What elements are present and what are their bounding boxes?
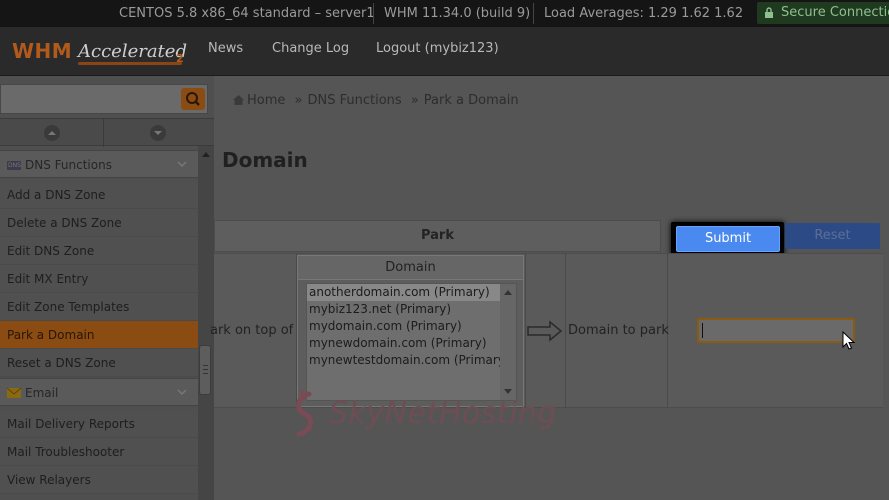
grip-line (203, 365, 208, 366)
domain-to-park-label: Domain to park (568, 323, 669, 338)
breadcrumb: Home » DNS Functions » Park a Domain (232, 92, 519, 110)
domain-select-list[interactable]: anotherdomain.com (Primary) mybiz123.net… (306, 283, 517, 401)
header: WHM Accelerated 2 News Change Log Logout… (0, 27, 889, 76)
secure-connection-label: Secure Connection (781, 5, 889, 20)
park-table-header: Park (214, 220, 661, 252)
chevron-up-icon (44, 125, 60, 141)
search-icon (186, 92, 200, 106)
sidebar-item-mail-troubleshooter[interactable]: Mail Troubleshooter (0, 438, 198, 466)
nav-news-link[interactable]: News (208, 41, 243, 56)
text-caret (702, 323, 703, 338)
sidebar-search-input[interactable] (1, 85, 177, 113)
watermark-text: SkyNetHosting (329, 396, 558, 431)
domain-option[interactable]: mybiz123.net (Primary) (307, 301, 516, 318)
scroll-up-arrow-icon[interactable] (504, 290, 512, 295)
logo-accelerated-text: Accelerated (78, 41, 187, 62)
section-dns-functions[interactable]: DNS DNS Functions (0, 150, 198, 178)
sidebar-item-view-relayers[interactable]: View Relayers (0, 466, 198, 494)
breadcrumb-separator: » (294, 93, 303, 108)
domain-option-selected[interactable]: anotherdomain.com (Primary) (307, 284, 516, 301)
nav-changelog-link[interactable]: Change Log (272, 41, 349, 56)
submit-button[interactable]: Submit (676, 226, 780, 252)
section-label: Email (25, 386, 59, 400)
breadcrumb-current: Park a Domain (423, 93, 519, 108)
domain-option[interactable]: mynewdomain.com (Primary) (307, 335, 516, 352)
scroll-menu-down-button[interactable] (105, 119, 214, 147)
logo-whm-text: WHM (12, 39, 73, 63)
chevron-down-icon (150, 125, 166, 141)
section-label: DNS Functions (25, 158, 112, 172)
sidebar-item-delete-dns-zone[interactable]: Delete a DNS Zone (0, 209, 198, 237)
scroll-up-arrow-icon[interactable] (202, 152, 210, 157)
domain-to-park-input[interactable] (697, 318, 855, 343)
chevron-down-icon (177, 389, 187, 396)
section-email[interactable]: Email (0, 378, 198, 406)
domain-option[interactable]: mynewtestdomain.com (Primary) (307, 352, 516, 369)
park-on-top-of-label: ark on top of (210, 323, 294, 338)
domain-list-scrollbar[interactable] (500, 284, 516, 400)
divider (373, 3, 374, 24)
sidebar-search (0, 84, 208, 114)
server-os-info: CENTOS 5.8 x86_64 standard – server1 (119, 6, 375, 21)
sidebar-item-edit-zone-templates[interactable]: Edit Zone Templates (0, 293, 198, 321)
page-title: Domain (222, 148, 308, 172)
load-averages-info: Load Averages: 1.29 1.62 1.62 (544, 6, 744, 21)
grip-line (203, 369, 208, 370)
dns-icon: DNS (7, 161, 21, 170)
breadcrumb-home-link[interactable]: Home (247, 93, 285, 108)
sidebar-item-mail-delivery-reports[interactable]: Mail Delivery Reports (0, 410, 198, 438)
sidebar-nav-arrows (0, 118, 214, 147)
search-button[interactable] (181, 88, 205, 110)
domain-option[interactable]: mydomain.com (Primary) (307, 318, 516, 335)
sidebar-item-add-dns-zone[interactable]: Add a DNS Zone (0, 181, 198, 209)
domain-panel-title: Domain (298, 256, 523, 280)
skynet-logo-icon (296, 389, 314, 437)
whm-version-info: WHM 11.34.0 (build 9) (384, 6, 531, 21)
divider (533, 3, 534, 24)
sidebar-item-edit-dns-zone[interactable]: Edit DNS Zone (0, 237, 198, 265)
sidebar: DNS DNS Functions Add a DNS Zone Delete … (0, 76, 214, 500)
watermark: SkyNetHosting (287, 388, 607, 444)
lock-icon (765, 7, 773, 18)
chevron-down-icon (177, 161, 187, 168)
email-icon (6, 387, 22, 398)
arrow-right-icon (527, 320, 563, 342)
grip-line (203, 373, 208, 374)
scroll-menu-up-button[interactable] (0, 119, 104, 147)
sidebar-item-edit-mx-entry[interactable]: Edit MX Entry (0, 265, 198, 293)
nav-logout-link[interactable]: Logout (mybiz123) (376, 41, 499, 56)
svg-text:DNS: DNS (8, 162, 21, 169)
reset-button[interactable]: Reset (785, 223, 880, 249)
logo-swoosh (78, 62, 182, 65)
mouse-cursor-icon (842, 331, 856, 350)
breadcrumb-dns-functions-link[interactable]: DNS Functions (308, 93, 402, 108)
breadcrumb-separator: » (410, 93, 419, 108)
sidebar-item-park-a-domain[interactable]: Park a Domain (0, 321, 198, 349)
divider (565, 253, 566, 408)
scrollbar-thumb[interactable] (199, 345, 211, 395)
sidebar-item-reset-dns-zone[interactable]: Reset a DNS Zone (0, 349, 198, 377)
server-info-bar: CENTOS 5.8 x86_64 standard – server1 WHM… (0, 0, 889, 27)
secure-connection-badge: Secure Connection (757, 2, 889, 24)
domain-select-panel: Domain anotherdomain.com (Primary) mybiz… (297, 255, 524, 407)
whm-logo[interactable]: WHM Accelerated 2 (12, 35, 187, 71)
